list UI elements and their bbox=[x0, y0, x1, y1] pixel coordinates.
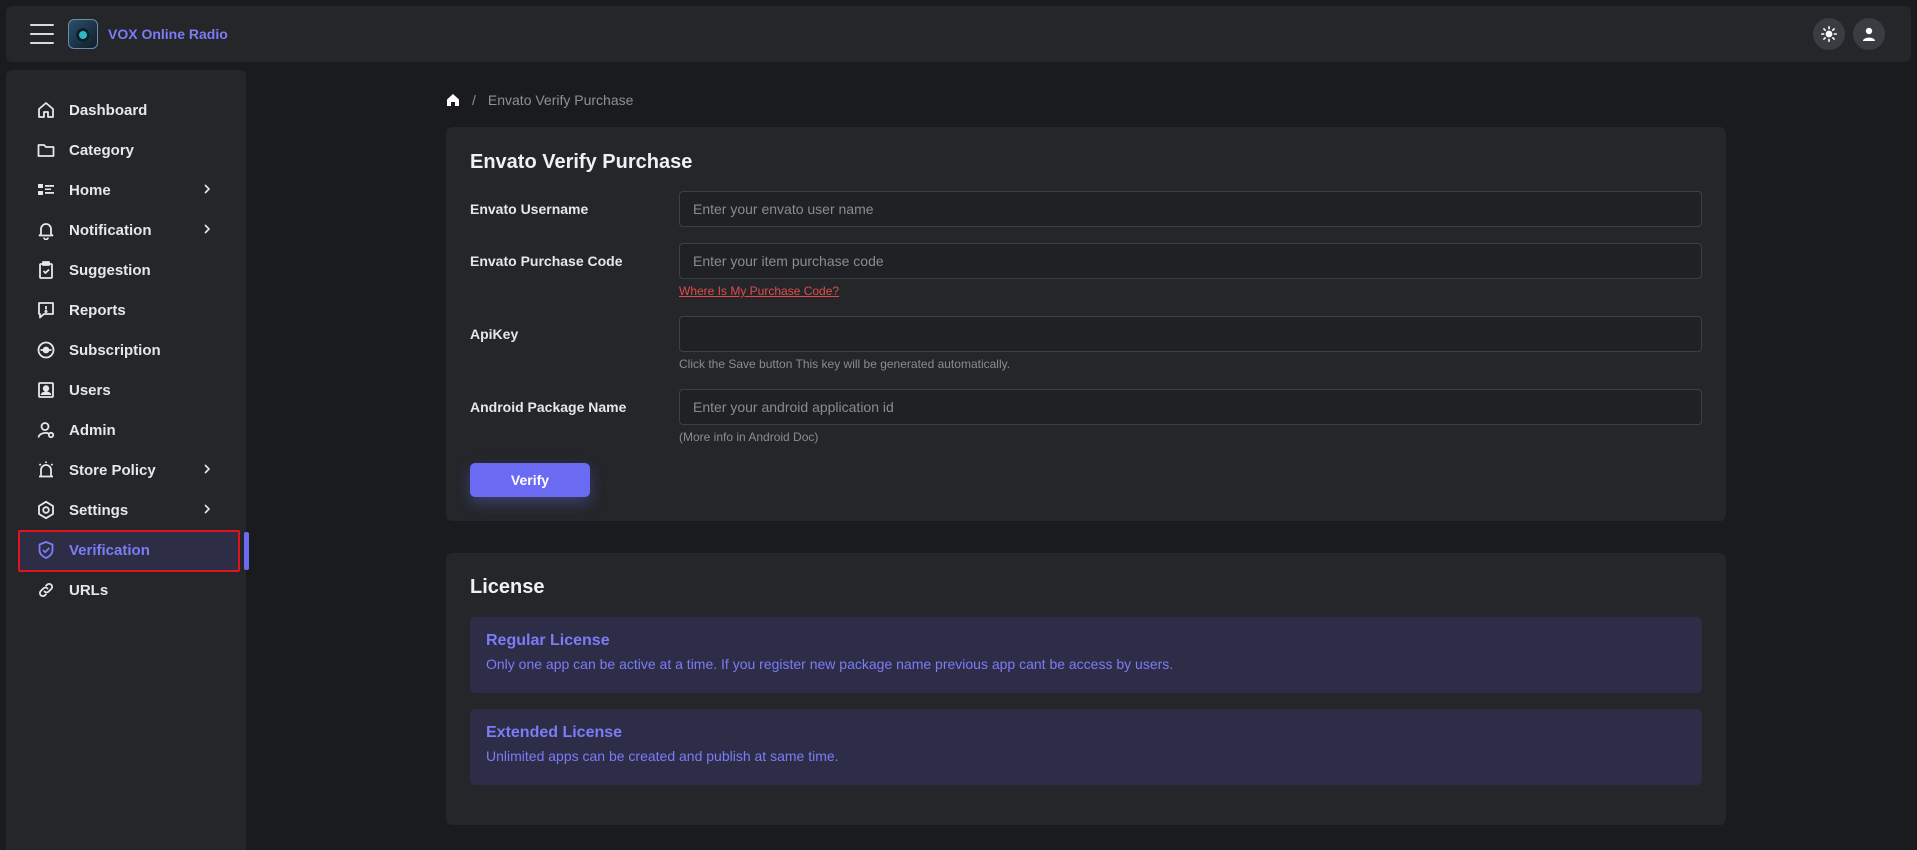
chevron-right-icon bbox=[204, 184, 211, 194]
purchase-code-label: Envato Purchase Code bbox=[470, 253, 623, 269]
regular-license-box: Regular License Only one app can be acti… bbox=[470, 617, 1702, 693]
active-indicator bbox=[244, 532, 249, 570]
home-icon bbox=[36, 100, 56, 120]
sidebar-item-label: Settings bbox=[69, 501, 129, 519]
extended-license-text: Unlimited apps can be created and publis… bbox=[486, 748, 839, 764]
breadcrumb-current: Envato Verify Purchase bbox=[487, 92, 634, 108]
sidebar-item-home[interactable]: Home bbox=[6, 170, 246, 210]
extended-license-title: Extended License bbox=[486, 724, 623, 741]
verify-purchase-card: Envato Verify Purchase Envato Username E… bbox=[446, 127, 1726, 521]
sidebar-item-category[interactable]: Category bbox=[6, 130, 246, 170]
sidebar-item-reports[interactable]: Reports bbox=[6, 290, 246, 330]
shield-check-icon bbox=[36, 540, 56, 560]
chevron-right-icon bbox=[204, 504, 211, 514]
license-title: License bbox=[470, 576, 545, 598]
license-card: License Regular License Only one app can… bbox=[446, 553, 1726, 825]
sidebar-item-label: Users bbox=[69, 381, 111, 399]
sidebar-item-label: Verification bbox=[69, 541, 150, 559]
admin-icon bbox=[36, 420, 56, 440]
bell-icon bbox=[36, 220, 56, 240]
sidebar-item-verification[interactable]: Verification bbox=[6, 530, 249, 572]
profile-button[interactable] bbox=[1853, 18, 1885, 50]
report-icon bbox=[36, 300, 56, 320]
app-logo bbox=[68, 19, 98, 49]
api-key-label: ApiKey bbox=[470, 326, 519, 342]
package-name-label: Android Package Name bbox=[470, 399, 627, 415]
sidebar-item-label: Reports bbox=[69, 301, 126, 319]
sidebar-item-label: Store Policy bbox=[69, 461, 156, 479]
app-title[interactable]: VOX Online Radio bbox=[108, 26, 228, 42]
sidebar: Dashboard Category Home Notification Sug… bbox=[6, 70, 249, 850]
chevron-right-icon bbox=[204, 464, 211, 474]
menu-toggle-icon[interactable] bbox=[30, 24, 54, 44]
chevron-right-icon bbox=[204, 224, 211, 234]
regular-license-title: Regular License bbox=[486, 632, 610, 649]
card-title: Envato Verify Purchase bbox=[470, 151, 693, 173]
sidebar-item-notification[interactable]: Notification bbox=[6, 210, 246, 250]
home-breadcrumb-icon[interactable] bbox=[446, 93, 460, 107]
extended-license-box: Extended License Unlimited apps can be c… bbox=[470, 709, 1702, 785]
subscription-icon bbox=[36, 340, 56, 360]
sidebar-item-subscription[interactable]: Subscription bbox=[6, 330, 246, 370]
theme-toggle-button[interactable] bbox=[1813, 18, 1845, 50]
package-name-help-text: (More info in Android Doc) bbox=[679, 430, 819, 444]
settings-icon bbox=[36, 500, 56, 520]
sidebar-item-admin[interactable]: Admin bbox=[6, 410, 246, 450]
sidebar-item-settings[interactable]: Settings bbox=[6, 490, 246, 530]
sidebar-item-label: Suggestion bbox=[69, 261, 151, 279]
sidebar-item-suggestion[interactable]: Suggestion bbox=[6, 250, 246, 290]
api-key-help-text: Click the Save button This key will be g… bbox=[679, 357, 1011, 371]
sidebar-item-label: Notification bbox=[69, 221, 152, 239]
folder-icon bbox=[36, 140, 56, 160]
sidebar-item-urls[interactable]: URLs bbox=[6, 570, 246, 610]
sidebar-item-users[interactable]: Users bbox=[6, 370, 246, 410]
verify-button[interactable]: Verify bbox=[470, 463, 590, 497]
regular-license-text: Only one app can be active at a time. If… bbox=[486, 656, 1174, 672]
purchase-code-help-link[interactable]: Where Is My Purchase Code? bbox=[679, 284, 839, 298]
package-name-input[interactable] bbox=[679, 389, 1702, 425]
sidebar-item-dashboard[interactable]: Dashboard bbox=[6, 90, 246, 130]
alarm-icon bbox=[36, 460, 56, 480]
users-icon bbox=[36, 380, 56, 400]
clipboard-icon bbox=[36, 260, 56, 280]
sidebar-item-label: Admin bbox=[69, 421, 116, 439]
sidebar-item-label: Home bbox=[69, 181, 111, 199]
sun-icon bbox=[1821, 26, 1837, 42]
username-input[interactable] bbox=[679, 191, 1702, 227]
breadcrumb: / Envato Verify Purchase bbox=[446, 92, 633, 108]
user-icon bbox=[1863, 27, 1875, 41]
sidebar-item-store-policy[interactable]: Store Policy bbox=[6, 450, 246, 490]
sidebar-item-label: Dashboard bbox=[69, 101, 148, 119]
breadcrumb-separator: / bbox=[472, 92, 476, 108]
sidebar-item-label: Subscription bbox=[69, 341, 161, 359]
purchase-code-input[interactable] bbox=[679, 243, 1702, 279]
sidebar-item-label: URLs bbox=[69, 581, 109, 599]
username-label: Envato Username bbox=[470, 201, 589, 217]
top-navbar: VOX Online Radio bbox=[6, 6, 1911, 62]
sidebar-item-label: Category bbox=[69, 141, 135, 159]
layout-list-icon bbox=[36, 180, 56, 200]
link-icon bbox=[36, 580, 56, 600]
api-key-input[interactable] bbox=[679, 316, 1702, 352]
